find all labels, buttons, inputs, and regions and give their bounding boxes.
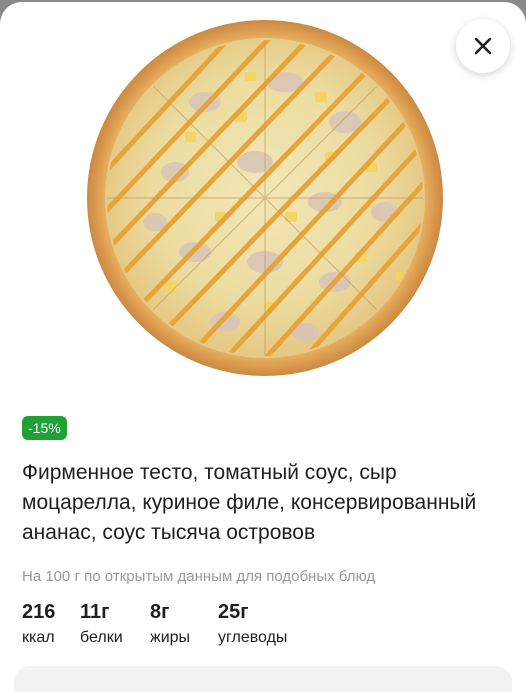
product-description: Фирменное тесто, томатный соус, сыр моца… (22, 461, 477, 544)
fat-value: 8г (150, 601, 170, 623)
next-section-card (14, 666, 512, 692)
carbs-label: углеводы (218, 629, 288, 646)
protein-value: 11г (80, 601, 110, 623)
discount-badge: -15% (22, 416, 67, 440)
nutrition-source-note: На 100 г по открытым данным для подобных… (22, 568, 376, 585)
nutrition-protein: 11г белки (80, 600, 150, 650)
close-button[interactable] (456, 19, 510, 73)
protein-label: белки (80, 629, 123, 646)
nutrition-fat: 8г жиры (150, 600, 218, 650)
calories-value: 216 (22, 601, 56, 623)
pizza-image (87, 20, 443, 376)
calories-label: ккал (22, 629, 55, 646)
fat-label: жиры (150, 629, 191, 646)
nutrition-carbs: 25г углеводы (218, 600, 328, 650)
nutrition-facts: 216 ккал 11г белки 8г жиры 25г углеводы (22, 600, 328, 650)
carbs-value: 25г (218, 601, 249, 623)
close-icon (474, 37, 492, 55)
product-sheet: -15% Фирменное тесто, томатный соус, сыр… (0, 2, 526, 692)
nutrition-calories: 216 ккал (22, 600, 80, 650)
